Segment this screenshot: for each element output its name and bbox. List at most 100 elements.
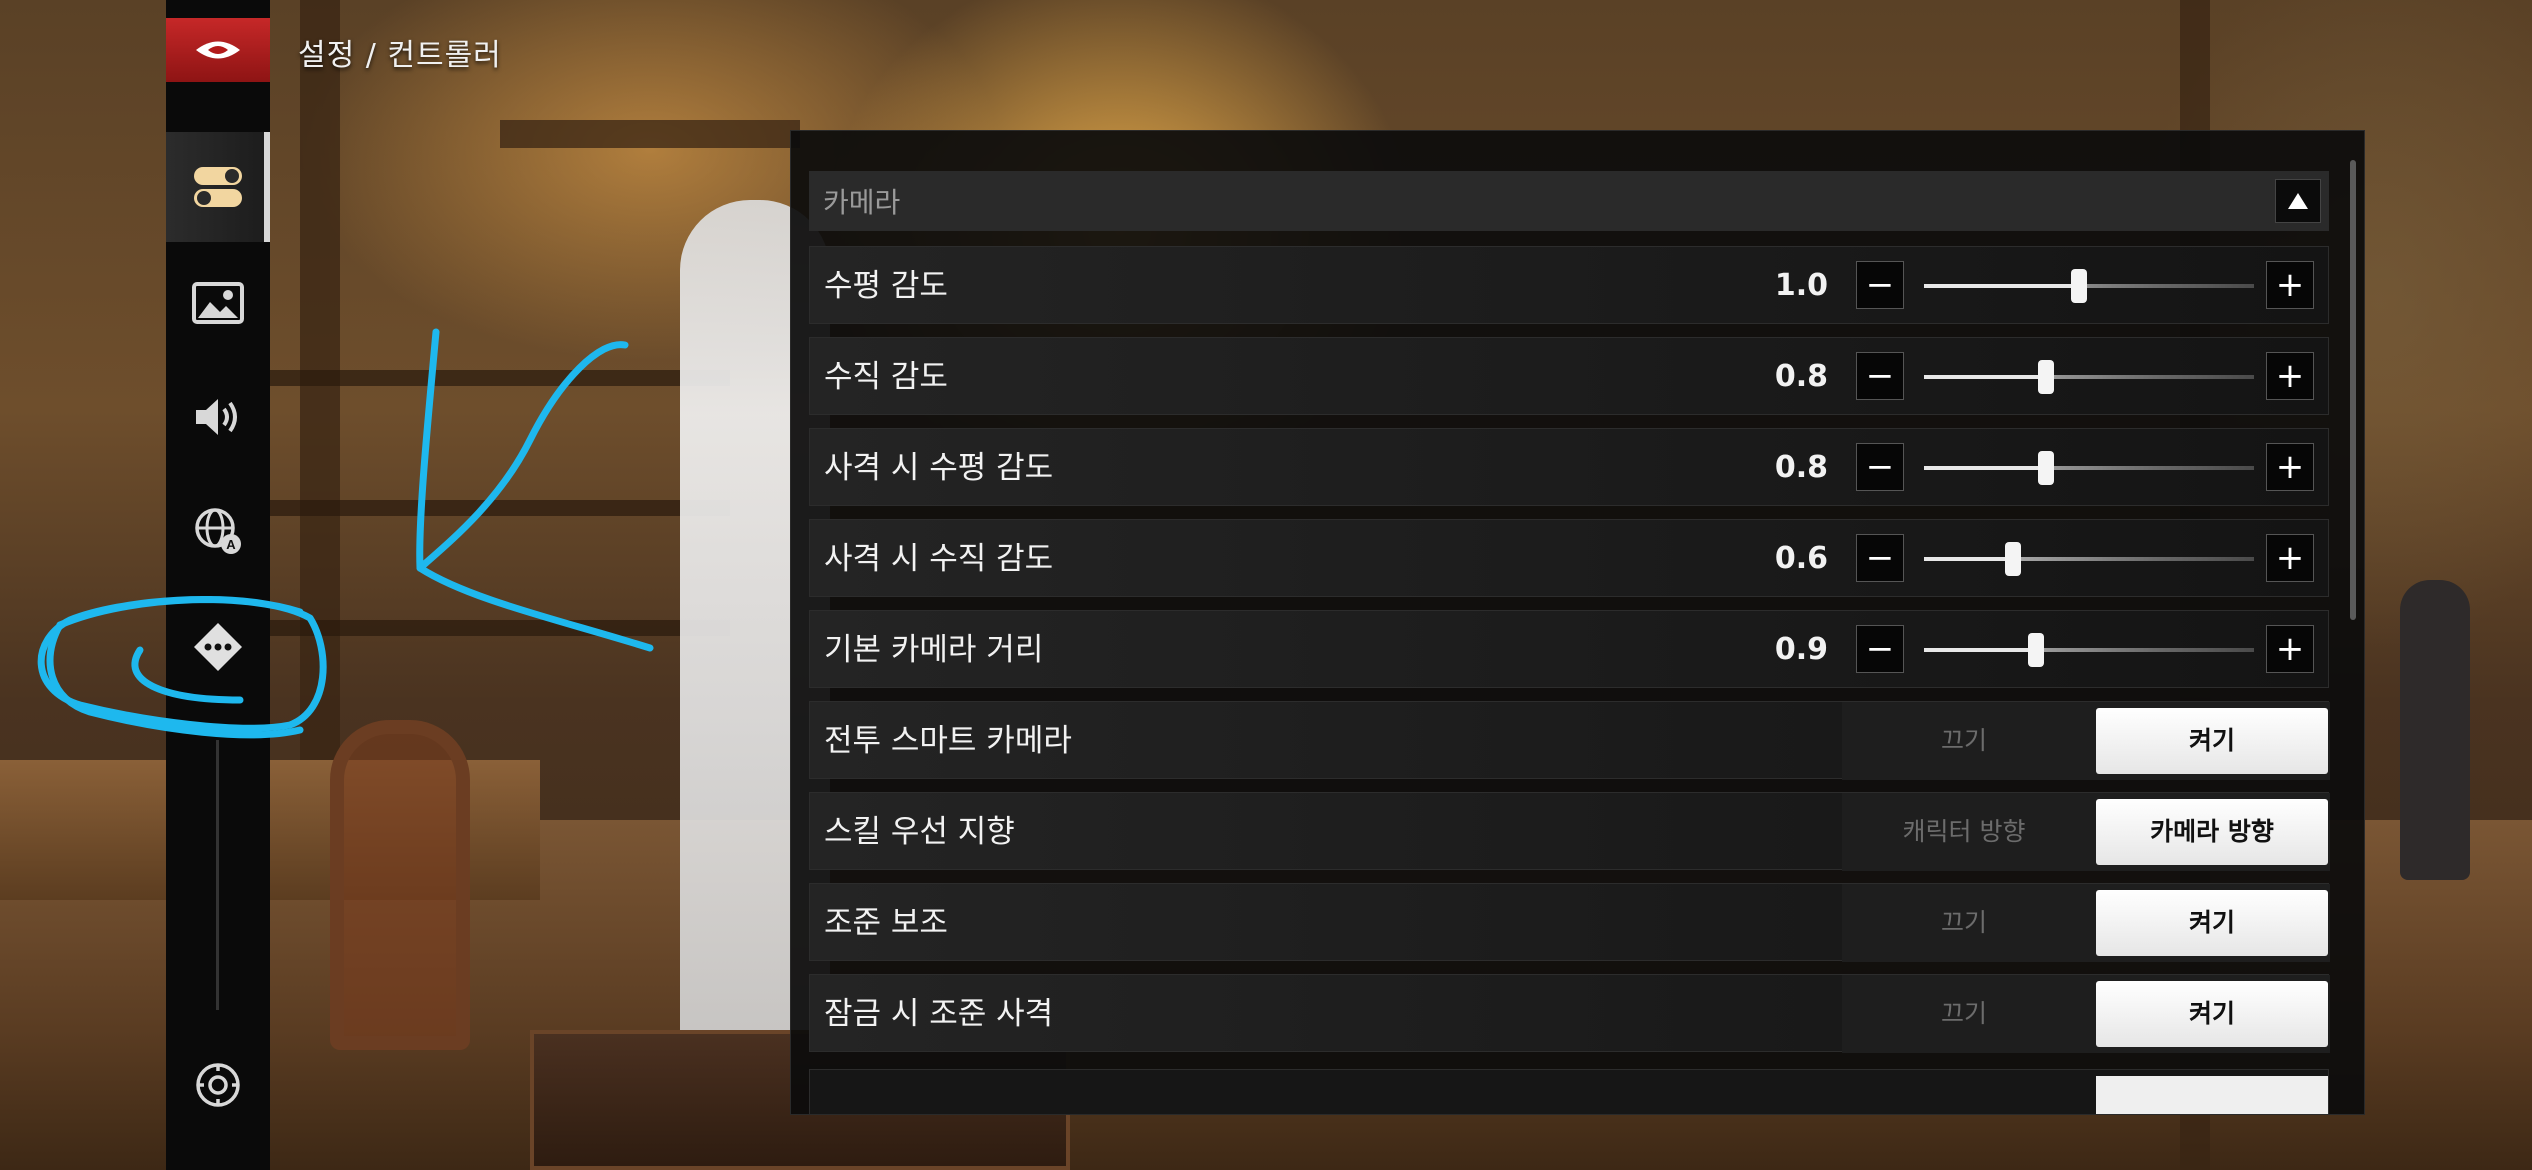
plus-icon: + [2275, 265, 2305, 305]
decrease-button[interactable]: − [1856, 625, 1904, 673]
setting-value: 0.8 [1774, 359, 1828, 394]
toggle-option-off[interactable]: 끄기 [1848, 890, 2080, 956]
speaker-sound-icon [196, 399, 237, 435]
game-logo-back-icon [196, 41, 240, 59]
slider-row: 사격 시 수평 감도 0.8 − + [809, 428, 2329, 506]
slider-row: 사격 시 수직 감도 0.6 − + [809, 519, 2329, 597]
slider-fill [1924, 557, 2014, 561]
setting-label: 사격 시 수직 감도 [824, 541, 1054, 577]
toggle-option-on[interactable]: 켜기 [2096, 708, 2328, 774]
slider-thumb[interactable] [2028, 633, 2045, 667]
plus-icon: + [2275, 356, 2305, 396]
slider-fill [1924, 648, 2037, 652]
plus-icon: + [2275, 629, 2305, 669]
collapse-button[interactable] [2275, 179, 2321, 223]
nav-controls-settings[interactable] [166, 132, 270, 242]
increase-button[interactable]: + [2266, 261, 2314, 309]
toggle-group: 캐릭터 방향 카메라 방향 [1842, 793, 2330, 871]
setting-label: 전투 스마트 카메라 [824, 723, 1072, 759]
plus-icon: + [2275, 538, 2305, 578]
setting-label: 수평 감도 [824, 268, 948, 304]
background-figure [2400, 580, 2470, 880]
toggle-option-off[interactable]: 끄기 [1848, 981, 2080, 1047]
background-shelf [270, 370, 730, 386]
reset-settings-button[interactable] [166, 1030, 270, 1140]
slider-track[interactable] [1924, 633, 2254, 667]
toggle-option-off[interactable]: 끄기 [1848, 708, 2080, 774]
setting-label: 수직 감도 [824, 359, 948, 395]
increase-button[interactable]: + [2266, 534, 2314, 582]
minus-icon: − [1865, 538, 1895, 578]
minus-icon: − [1865, 447, 1895, 487]
decrease-button[interactable]: − [1856, 443, 1904, 491]
slider-track[interactable] [1924, 542, 2254, 576]
setting-label: 사격 시 수평 감도 [824, 450, 1054, 486]
slider-thumb[interactable] [2005, 542, 2022, 576]
slider-thumb[interactable] [2038, 451, 2055, 485]
setting-value: 0.8 [1774, 450, 1828, 485]
slider-track[interactable] [1924, 269, 2254, 303]
toggle-row-partial [809, 1069, 2329, 1114]
nav-language[interactable]: A [166, 476, 270, 586]
slider-row: 수직 감도 0.8 − + [809, 337, 2329, 415]
setting-label: 조준 보조 [824, 905, 948, 941]
slider-row: 수평 감도 1.0 − + [809, 246, 2329, 324]
setting-label: 스킬 우선 지향 [824, 814, 1015, 850]
toggle-option-character-direction[interactable]: 캐릭터 방향 [1848, 799, 2080, 865]
background-chair [330, 720, 470, 1050]
slider-thumb[interactable] [2071, 269, 2088, 303]
minus-icon: − [1865, 265, 1895, 305]
plus-icon: + [2275, 447, 2305, 487]
setting-value: 1.0 [1774, 268, 1828, 303]
toggle-row: 스킬 우선 지향 캐릭터 방향 카메라 방향 [809, 792, 2330, 871]
reset-gear-icon [196, 1063, 240, 1107]
settings-panel: 카메라 수평 감도 1.0 − + 수직 감도 0.8 − + 사격 시 수평 … [790, 130, 2365, 1115]
toggle-option-on[interactable]: 켜기 [2096, 890, 2328, 956]
nav-sound[interactable] [166, 362, 270, 472]
slider-track[interactable] [1924, 360, 2254, 394]
toggle-group: 끄기 켜기 [1842, 975, 2330, 1053]
toggle-settings-icon [194, 167, 242, 207]
settings-sidebar: A [166, 0, 270, 1170]
slider-fill [1924, 284, 2080, 288]
toggle-option-on[interactable]: 켜기 [2096, 981, 2328, 1047]
background-shelf [270, 500, 730, 516]
nav-graphics[interactable] [166, 248, 270, 358]
background-beam [500, 120, 800, 148]
slider-thumb[interactable] [2038, 360, 2055, 394]
slider-fill [1924, 375, 2047, 379]
decrease-button[interactable]: − [1856, 261, 1904, 309]
decrease-button[interactable]: − [1856, 352, 1904, 400]
setting-label: 기본 카메라 거리 [824, 632, 1044, 668]
nav-controller[interactable] [166, 592, 270, 702]
back-button[interactable] [166, 18, 270, 82]
section-header-camera[interactable]: 카메라 [809, 171, 2329, 231]
slider-track[interactable] [1924, 451, 2254, 485]
image-display-icon [192, 282, 244, 324]
setting-value: 0.9 [1774, 632, 1828, 667]
slider-row: 기본 카메라 거리 0.9 − + [809, 610, 2329, 688]
minus-icon: − [1865, 356, 1895, 396]
background-beam [300, 0, 340, 820]
section-title: 카메라 [823, 186, 901, 219]
toggle-option-camera-direction[interactable]: 카메라 방향 [2096, 799, 2328, 865]
panel-scrollbar[interactable] [2350, 160, 2356, 620]
decrease-button[interactable]: − [1856, 534, 1904, 582]
setting-label: 잠금 시 조준 사격 [824, 996, 1054, 1032]
toggle-row: 조준 보조 끄기 켜기 [809, 883, 2330, 962]
toggle-option-on[interactable] [2096, 1076, 2328, 1114]
background-shelf [270, 620, 730, 636]
setting-value: 0.6 [1774, 541, 1828, 576]
globe-language-icon: A [195, 508, 241, 554]
increase-button[interactable]: + [2266, 352, 2314, 400]
triangle-up-icon [2288, 193, 2308, 209]
increase-button[interactable]: + [2266, 625, 2314, 673]
dpad-controller-icon [194, 623, 242, 671]
increase-button[interactable]: + [2266, 443, 2314, 491]
svg-text:A: A [226, 537, 236, 552]
toggle-row: 전투 스마트 카메라 끄기 켜기 [809, 701, 2330, 780]
breadcrumb: 설정 / 컨트롤러 [298, 38, 502, 73]
sidebar-rail [216, 740, 219, 1010]
toggle-group: 끄기 켜기 [1842, 884, 2330, 962]
toggle-group: 끄기 켜기 [1842, 702, 2330, 780]
